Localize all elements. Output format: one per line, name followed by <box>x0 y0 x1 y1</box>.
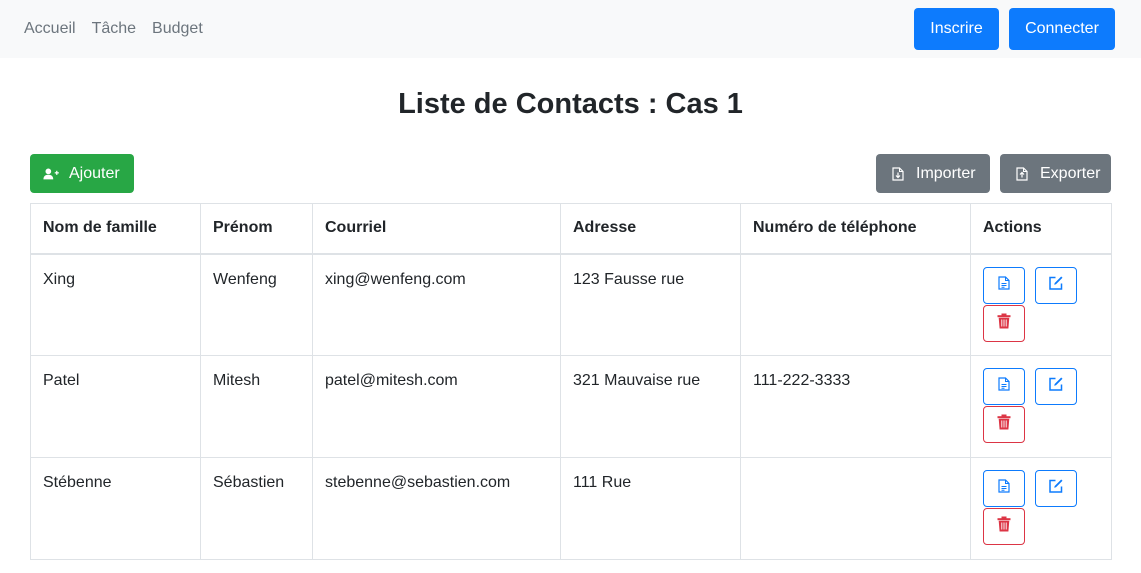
file-import-icon <box>890 166 906 182</box>
login-button[interactable]: Connecter <box>1009 8 1115 50</box>
nav-link-budget[interactable]: Budget <box>152 20 203 38</box>
column-header-first-name: Prénom <box>200 203 313 255</box>
file-text-icon <box>998 479 1010 498</box>
delete-contact-button[interactable] <box>983 508 1025 545</box>
cell-email: stebenne@sebastien.com <box>312 457 561 560</box>
cell-first-name: Wenfeng <box>200 253 313 356</box>
trash-icon <box>997 414 1011 435</box>
export-label: Exporter <box>1040 164 1101 182</box>
nav-link-tache[interactable]: Tâche <box>92 20 136 38</box>
table-row: Xing Wenfeng xing@wenfeng.com 123 Fausse… <box>30 253 1112 356</box>
auth-buttons: Inscrire Connecter <box>914 8 1115 50</box>
register-button[interactable]: Inscrire <box>914 8 999 50</box>
cell-last-name: Patel <box>30 355 201 458</box>
edit-icon <box>1048 275 1064 296</box>
add-contact-button[interactable]: Ajouter <box>30 154 134 193</box>
cell-phone: 111-222-3333 <box>740 355 971 458</box>
cell-phone <box>740 253 971 356</box>
delete-contact-button[interactable] <box>983 406 1025 443</box>
cell-actions <box>970 457 1112 560</box>
table-header-row: Nom de famille Prénom Courriel Adresse N… <box>30 203 1112 255</box>
column-header-address: Adresse <box>560 203 741 255</box>
cell-address: 321 Mauvaise rue <box>560 355 741 458</box>
cell-email: patel@mitesh.com <box>312 355 561 458</box>
add-contact-label: Ajouter <box>69 164 120 182</box>
nav-links: Accueil Tâche Budget <box>24 0 219 58</box>
cell-first-name: Sébastien <box>200 457 313 560</box>
cell-last-name: Xing <box>30 253 201 356</box>
nav-link-accueil[interactable]: Accueil <box>24 20 76 38</box>
file-export-icon <box>1014 166 1030 182</box>
row-actions <box>983 368 1093 443</box>
cell-phone <box>740 457 971 560</box>
edit-contact-button[interactable] <box>1035 266 1077 304</box>
cell-email: xing@wenfeng.com <box>312 253 561 356</box>
table-row: Patel Mitesh patel@mitesh.com 321 Mauvai… <box>30 355 1112 458</box>
file-text-icon <box>998 275 1010 295</box>
person-plus-icon <box>43 166 59 182</box>
edit-contact-button[interactable] <box>1035 470 1077 507</box>
trash-icon <box>997 516 1011 537</box>
cell-actions <box>970 253 1112 356</box>
delete-contact-button[interactable] <box>983 304 1025 342</box>
edit-contact-button[interactable] <box>1035 368 1077 405</box>
table-row: Stébenne Sébastien stebenne@sebastien.co… <box>30 457 1112 560</box>
edit-icon <box>1048 478 1064 499</box>
import-label: Importer <box>916 164 976 182</box>
export-button[interactable]: Exporter <box>1000 154 1111 193</box>
edit-icon <box>1048 376 1064 397</box>
file-text-icon <box>998 377 1010 396</box>
cell-first-name: Mitesh <box>200 355 313 458</box>
view-contact-button[interactable] <box>983 470 1025 507</box>
column-header-email: Courriel <box>312 203 561 255</box>
page-title: Liste de Contacts : Cas 1 <box>398 88 743 120</box>
view-contact-button[interactable] <box>983 266 1025 304</box>
column-header-phone: Numéro de téléphone <box>740 203 971 255</box>
cell-actions <box>970 355 1112 458</box>
top-navbar: Accueil Tâche Budget Inscrire Connecter <box>0 0 1141 58</box>
cell-address: 123 Fausse rue <box>560 253 741 356</box>
column-header-actions: Actions <box>970 203 1112 255</box>
view-contact-button[interactable] <box>983 368 1025 405</box>
row-actions <box>983 470 1093 545</box>
cell-address: 111 Rue <box>560 457 741 560</box>
trash-icon <box>997 313 1011 334</box>
import-button[interactable]: Importer <box>876 154 990 193</box>
cell-last-name: Stébenne <box>30 457 201 560</box>
row-actions <box>983 266 1093 342</box>
column-header-last-name: Nom de famille <box>30 203 201 255</box>
contacts-table: Nom de famille Prénom Courriel Adresse N… <box>30 203 1112 560</box>
